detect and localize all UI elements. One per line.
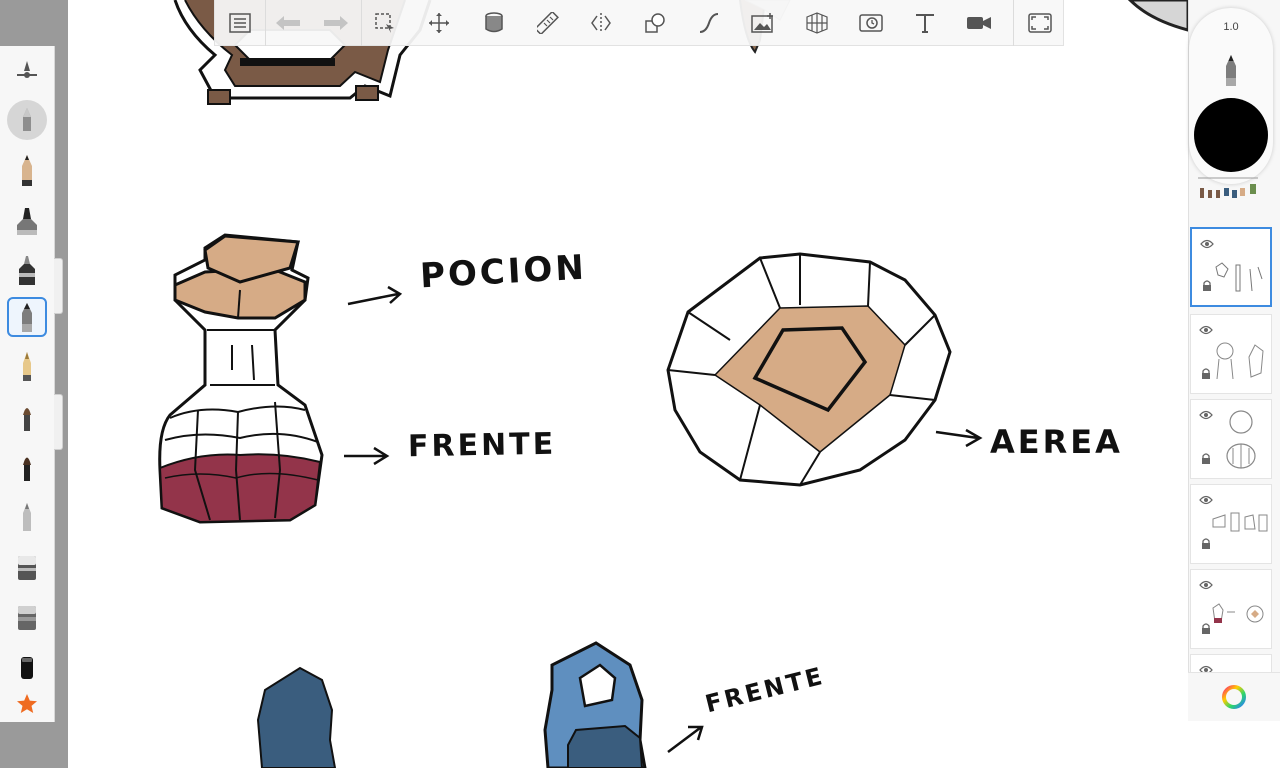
pencil-icon[interactable] xyxy=(7,150,47,190)
select-icon[interactable] xyxy=(368,6,402,40)
eraser-icon[interactable] xyxy=(7,546,47,586)
label-frente-front: FRENTE xyxy=(407,426,557,465)
label-aerea: AEREA xyxy=(990,423,1123,461)
undo-icon[interactable] xyxy=(271,6,305,40)
lock-icon[interactable] xyxy=(1201,622,1211,640)
sketch-artwork xyxy=(158,0,1190,770)
blender-icon[interactable] xyxy=(7,496,47,536)
perspective-icon[interactable] xyxy=(800,6,834,40)
favorite-star-icon[interactable] xyxy=(7,684,47,724)
hard-eraser-icon[interactable] xyxy=(7,596,47,636)
symmetry-icon[interactable] xyxy=(584,6,618,40)
shapes-icon[interactable] xyxy=(638,6,672,40)
toolbar-separator xyxy=(1013,0,1014,46)
paint-brush-icon[interactable] xyxy=(7,396,47,436)
layer-thumbnail xyxy=(1212,237,1270,301)
lock-icon[interactable] xyxy=(1202,279,1212,297)
airbrush-icon[interactable] xyxy=(7,100,47,140)
toolbar-handle-lower[interactable] xyxy=(54,394,63,450)
layer-1[interactable] xyxy=(1190,152,1272,222)
paint-tube-icon[interactable] xyxy=(7,646,47,686)
layer-thumbnail xyxy=(1211,578,1269,642)
fullscreen-icon[interactable] xyxy=(1023,6,1057,40)
left-toolbar xyxy=(0,46,55,722)
inking-pen-icon[interactable] xyxy=(7,200,47,240)
lock-icon[interactable] xyxy=(1201,537,1211,555)
lock-icon[interactable] xyxy=(1201,367,1211,385)
lock-icon[interactable] xyxy=(1201,452,1211,470)
time-lapse-icon[interactable] xyxy=(854,6,888,40)
layer-7[interactable] xyxy=(1190,654,1272,674)
color-wheel-button[interactable] xyxy=(1188,672,1280,721)
ink-brush-icon[interactable] xyxy=(7,446,47,486)
current-brush-icon xyxy=(1219,52,1243,93)
fill-icon[interactable] xyxy=(477,6,511,40)
top-toolbar xyxy=(214,0,1064,46)
layer-6[interactable] xyxy=(1190,569,1272,649)
toolbar-separator xyxy=(361,0,362,46)
technical-pen-icon[interactable] xyxy=(7,297,47,337)
transform-icon[interactable] xyxy=(422,6,456,40)
add-image-icon[interactable] xyxy=(746,6,780,40)
menu-icon[interactable] xyxy=(223,6,257,40)
redo-icon[interactable] xyxy=(319,6,353,40)
layer-thumbnail xyxy=(1211,493,1269,557)
layer-thumbnail xyxy=(1211,408,1269,472)
text-icon[interactable] xyxy=(908,6,942,40)
layer-2[interactable] xyxy=(1190,227,1272,307)
layer-thumbnail xyxy=(1211,323,1269,387)
color-wheel-icon[interactable] xyxy=(1220,683,1248,711)
marker-icon[interactable] xyxy=(7,250,47,290)
record-icon[interactable] xyxy=(962,6,996,40)
layer-3[interactable] xyxy=(1190,314,1272,394)
drawing-canvas[interactable]: POCION FRENTE AEREA FRENTE xyxy=(68,0,1190,770)
toolbar-separator xyxy=(265,0,266,46)
layer-5[interactable] xyxy=(1190,484,1272,564)
layer-thumbnail xyxy=(1196,170,1258,234)
stroke-icon[interactable] xyxy=(692,6,726,40)
calligraphy-pen-icon[interactable] xyxy=(7,346,47,386)
toolbar-handle-upper[interactable] xyxy=(54,258,63,314)
layer-4[interactable] xyxy=(1190,399,1272,479)
brush-settings-icon[interactable] xyxy=(7,50,47,90)
brush-size-value: 1.0 xyxy=(1223,21,1239,33)
ruler-icon[interactable] xyxy=(531,6,565,40)
